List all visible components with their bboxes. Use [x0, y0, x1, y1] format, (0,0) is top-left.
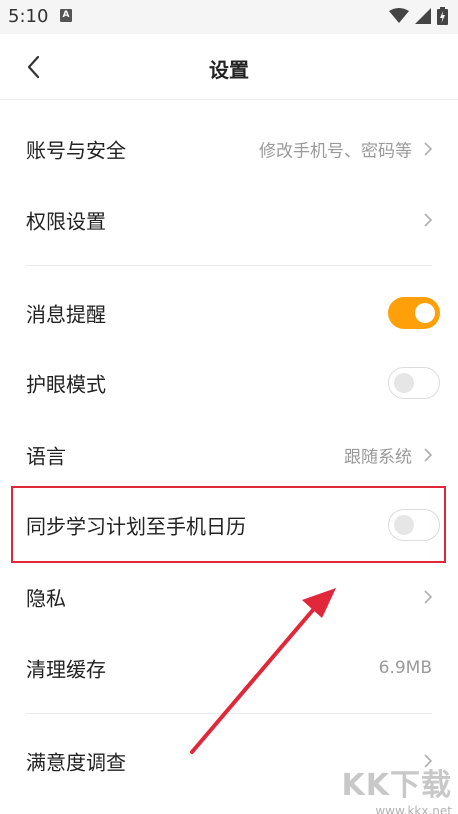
watermark-url: www.kkx.net: [375, 804, 452, 814]
annotation-arrow: [190, 588, 336, 754]
watermark-logo: KK下载: [341, 768, 452, 803]
watermark: KK下载 www.kkx.net: [332, 760, 453, 814]
